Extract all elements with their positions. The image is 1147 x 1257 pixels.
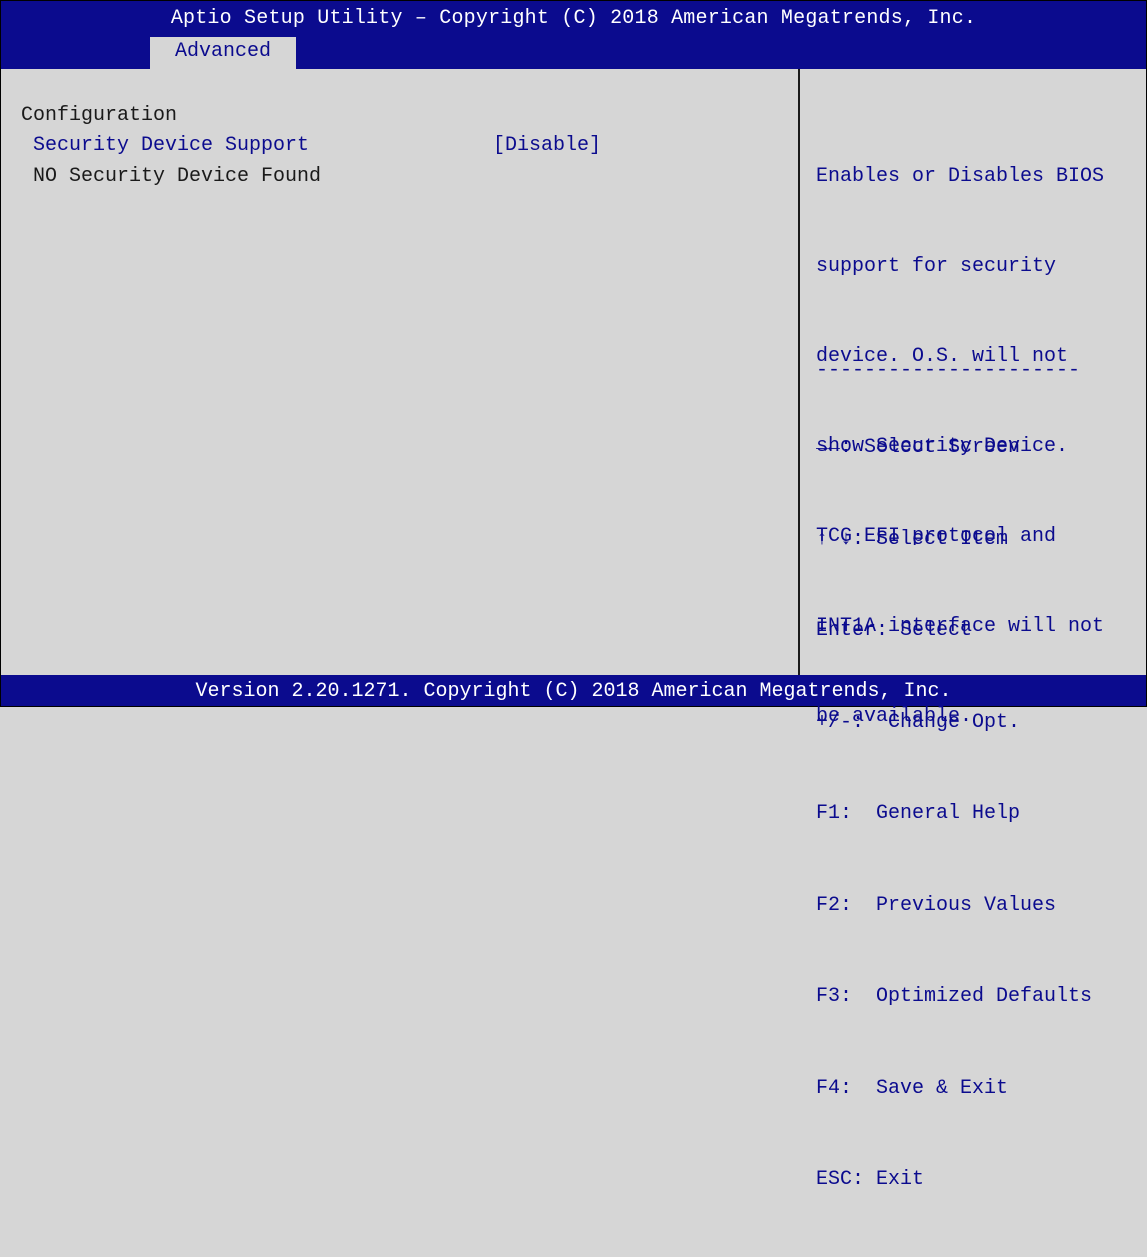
key-label: F2: bbox=[816, 893, 853, 917]
key-label: F3: bbox=[816, 985, 853, 1008]
window-title: Aptio Setup Utility – Copyright (C) 2018… bbox=[170, 7, 977, 30]
help-line: support for security bbox=[816, 255, 1057, 278]
key-label: F1: bbox=[816, 802, 853, 825]
key-desc: Previous Values bbox=[852, 893, 1057, 917]
key-label: Enter: bbox=[816, 619, 889, 642]
section-title: Configuration bbox=[21, 104, 178, 127]
key-desc: Select bbox=[888, 619, 973, 642]
key-desc: Change Opt. bbox=[864, 710, 1021, 734]
key-label: F4: bbox=[816, 1076, 853, 1100]
key-row-esc: ESC: Exit bbox=[816, 1165, 1092, 1196]
panel-divider bbox=[798, 69, 800, 675]
key-row-enter: Enter: Select bbox=[816, 616, 1092, 647]
version-footer: Version 2.20.1271. Copyright (C) 2018 Am… bbox=[1, 675, 1146, 706]
key-row-f3: F3: Optimized Defaults bbox=[816, 982, 1092, 1013]
key-row-f2: F2: Previous Values bbox=[816, 891, 1092, 922]
key-desc: General Help bbox=[852, 802, 1021, 825]
key-desc: Optimized Defaults bbox=[852, 985, 1093, 1008]
key-row-select-item: ↑ ↓: Select Item bbox=[816, 525, 1092, 556]
key-legend: →←: Select Screen ↑ ↓: Select Item Enter… bbox=[816, 372, 1092, 1257]
title-bar: Aptio Setup Utility – Copyright (C) 2018… bbox=[1, 1, 1146, 69]
key-label: ESC: bbox=[816, 1168, 865, 1191]
bios-window: Aptio Setup Utility – Copyright (C) 2018… bbox=[0, 0, 1147, 1191]
tab-advanced[interactable]: Advanced bbox=[150, 37, 296, 69]
key-desc: Select Screen bbox=[852, 436, 1021, 459]
setting-label[interactable]: Security Device Support bbox=[33, 131, 309, 161]
key-row-f4: F4: Save & Exit bbox=[816, 1074, 1092, 1105]
key-row-f1: F1: General Help bbox=[816, 799, 1092, 830]
key-label: +/-: bbox=[816, 710, 865, 734]
help-line: Enables or Disables BIOS bbox=[816, 165, 1105, 188]
key-row-select-screen: →←: Select Screen bbox=[816, 433, 1092, 464]
arrow-up-down-icon: ↑ ↓: bbox=[816, 527, 865, 551]
key-desc: Select Item bbox=[864, 527, 1009, 551]
key-row-change-opt: +/-: Change Opt. bbox=[816, 708, 1092, 739]
key-desc: Save & Exit bbox=[852, 1076, 1009, 1100]
arrow-left-right-icon: →←: bbox=[816, 436, 853, 459]
setting-value[interactable]: [Disable] bbox=[493, 131, 601, 161]
key-desc: Exit bbox=[864, 1168, 925, 1191]
status-text: NO Security Device Found bbox=[33, 165, 322, 188]
